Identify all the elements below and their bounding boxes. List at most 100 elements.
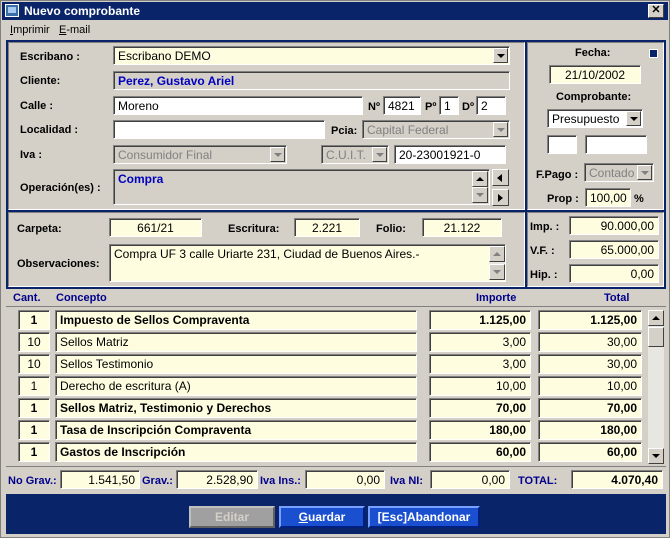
next-operation-button[interactable] — [492, 189, 509, 206]
scroll-up-icon[interactable] — [489, 246, 505, 262]
prop-input[interactable]: 100,00 — [585, 188, 631, 207]
hip-input[interactable]: 0,00 — [569, 264, 659, 283]
guardar-label: uardar — [307, 510, 346, 524]
row-total[interactable]: 1.125,00 — [538, 310, 642, 330]
row-cant[interactable]: 1 — [18, 420, 50, 440]
row-concepto[interactable]: Sellos Matriz, Testimonio y Derechos — [55, 398, 417, 418]
abandonar-button[interactable]: [Esc]Abandonar — [368, 506, 480, 528]
observaciones-textarea[interactable]: Compra UF 3 calle Uriarte 231, Ciudad de… — [109, 244, 506, 282]
doc-type-select[interactable]: C.U.I.T. — [321, 145, 389, 164]
comprobante-select[interactable]: Presupuesto — [547, 109, 643, 128]
imp-input[interactable]: 90.000,00 — [569, 216, 659, 235]
menu-imprimir[interactable]: Imprimir — [10, 24, 50, 36]
row-importe[interactable]: 3,00 — [429, 332, 531, 352]
comprobante-box-2[interactable] — [585, 135, 647, 154]
table-row[interactable]: 1 Tasa de Inscripción Compraventa 180,00 18… — [6, 418, 646, 440]
table-row[interactable]: 1 Sellos Matriz, Testimonio y Derechos 70,… — [6, 396, 646, 418]
row-cant[interactable]: 1 — [18, 310, 50, 330]
row-concepto[interactable]: Tasa de Inscripción Compraventa — [55, 420, 417, 440]
row-importe[interactable]: 60,00 — [429, 442, 531, 462]
close-button[interactable]: ✕ — [648, 4, 664, 18]
col-importe[interactable]: Importe — [476, 292, 516, 304]
operacion-list[interactable]: Compra — [113, 169, 490, 205]
table-row[interactable]: 1 Gastos de Inscripción 60,00 60,00 — [6, 440, 646, 462]
chevron-down-icon[interactable] — [493, 122, 508, 137]
row-importe[interactable]: 70,00 — [429, 398, 531, 418]
col-total[interactable]: Total — [604, 292, 629, 304]
calendar-icon[interactable] — [649, 49, 658, 58]
row-total[interactable]: 30,00 — [538, 354, 642, 374]
row-cant[interactable]: 1 — [18, 442, 50, 462]
carpeta-input[interactable]: 661/21 — [109, 218, 202, 237]
scroll-down-icon[interactable] — [648, 448, 664, 464]
folio-input[interactable]: 21.122 — [422, 218, 502, 237]
row-total[interactable]: 30,00 — [538, 332, 642, 352]
pcia-label: Pcia: — [331, 125, 358, 137]
row-cant[interactable]: 1 — [18, 398, 50, 418]
calle-input[interactable]: Moreno — [113, 96, 363, 115]
row-importe[interactable]: 180,00 — [429, 420, 531, 440]
fpago-value: Contado — [589, 166, 635, 180]
chevron-down-icon[interactable] — [637, 165, 652, 180]
menu-bar: Imprimir E-mail — [2, 21, 668, 39]
table-row[interactable]: 10 Sellos Testimonio 3,00 30,00 — [6, 352, 646, 374]
row-total[interactable]: 180,00 — [538, 420, 642, 440]
row-importe[interactable]: 3,00 — [429, 354, 531, 374]
depto-input[interactable]: 2 — [476, 96, 506, 115]
prev-operation-button[interactable] — [492, 169, 509, 186]
table-row[interactable]: 1 Derecho de escritura (A) 10,00 10,00 — [6, 374, 646, 396]
row-total[interactable]: 60,00 — [538, 442, 642, 462]
scroll-up-icon[interactable] — [648, 310, 664, 326]
operacion-value: Compra — [118, 172, 164, 186]
chevron-down-icon[interactable] — [270, 147, 285, 162]
scroll-up-icon[interactable] — [472, 171, 488, 187]
cliente-field[interactable]: Perez, Gustavo Ariel — [113, 71, 510, 90]
chevron-down-icon[interactable] — [493, 48, 508, 63]
row-concepto[interactable]: Impuesto de Sellos Compraventa — [55, 310, 417, 330]
observaciones-scrollbar[interactable] — [489, 246, 505, 280]
piso-input[interactable]: 1 — [439, 96, 459, 115]
operacion-scrollbar[interactable] — [472, 171, 488, 203]
fpago-label: F.Pago : — [536, 169, 579, 181]
numero-input[interactable]: 4821 — [383, 96, 421, 115]
comprobante-box-1[interactable] — [547, 135, 577, 154]
doc-number-input[interactable]: 20-23001921-0 — [394, 145, 506, 164]
localidad-input[interactable] — [113, 120, 325, 139]
menu-email[interactable]: E-mail — [59, 24, 90, 36]
doc-type-value: C.U.I.T. — [326, 148, 367, 162]
escribano-select[interactable]: Escribano DEMO — [113, 46, 510, 65]
table-row[interactable]: 10 Sellos Matriz 3,00 30,00 — [6, 330, 646, 352]
row-concepto[interactable]: Derecho de escritura (A) — [55, 376, 417, 396]
chevron-down-icon[interactable] — [372, 147, 387, 162]
iva-select[interactable]: Consumidor Final — [113, 145, 287, 164]
editar-button[interactable]: Editar — [189, 506, 275, 528]
ivains-value: 0,00 — [305, 470, 385, 489]
row-concepto[interactable]: Sellos Matriz — [55, 332, 417, 352]
fpago-select[interactable]: Contado — [584, 163, 654, 182]
row-concepto[interactable]: Gastos de Inscripción — [55, 442, 417, 462]
fecha-input[interactable]: 21/10/2002 — [549, 65, 641, 84]
col-cant[interactable]: Cant. — [13, 292, 41, 304]
totals-bar: No Grav.: 1.541,50 Grav.: 2.528,90 Iva I… — [6, 466, 666, 492]
row-cant[interactable]: 10 — [18, 354, 50, 374]
escritura-input[interactable]: 2.221 — [294, 218, 360, 237]
guardar-button[interactable]: Guardar — [279, 506, 365, 528]
row-total[interactable]: 10,00 — [538, 376, 642, 396]
escritura-label: Escritura: — [228, 223, 280, 235]
col-concepto[interactable]: Concepto — [56, 292, 107, 304]
row-importe[interactable]: 10,00 — [429, 376, 531, 396]
row-cant[interactable]: 10 — [18, 332, 50, 352]
scroll-thumb[interactable] — [648, 327, 664, 347]
chevron-down-icon[interactable] — [626, 111, 641, 126]
scroll-down-icon[interactable] — [472, 187, 488, 203]
scroll-down-icon[interactable] — [489, 264, 505, 280]
nograv-value: 1.541,50 — [60, 470, 140, 489]
row-cant[interactable]: 1 — [18, 376, 50, 396]
pcia-select[interactable]: Capital Federal — [362, 120, 510, 139]
table-row[interactable]: 1 Impuesto de Sellos Compraventa 1.125,00 1… — [6, 308, 646, 330]
row-concepto[interactable]: Sellos Testimonio — [55, 354, 417, 374]
row-importe[interactable]: 1.125,00 — [429, 310, 531, 330]
vf-input[interactable]: 65.000,00 — [569, 240, 659, 259]
items-scrollbar[interactable] — [648, 310, 664, 464]
row-total[interactable]: 70,00 — [538, 398, 642, 418]
